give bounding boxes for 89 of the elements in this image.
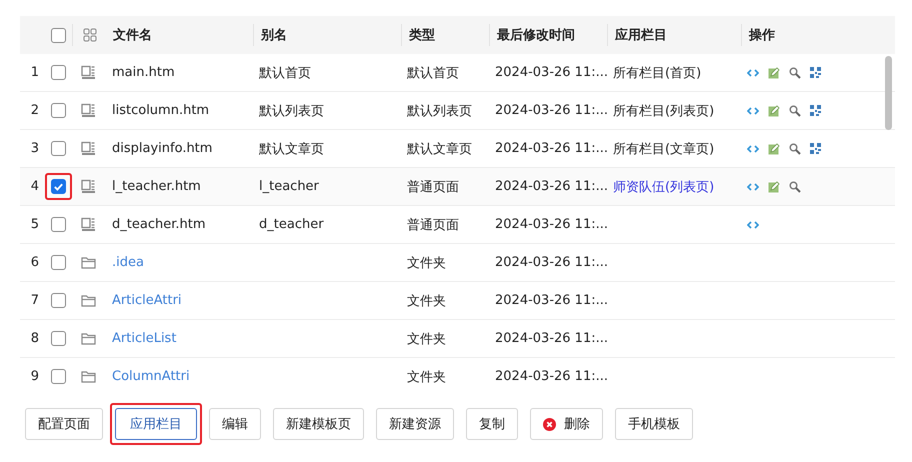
type-text: 默认列表页 bbox=[407, 104, 472, 118]
search-icon[interactable] bbox=[789, 180, 801, 192]
row-checkbox[interactable] bbox=[51, 369, 66, 384]
edit-icon[interactable] bbox=[768, 66, 780, 78]
column-header: 应用栏目 bbox=[615, 26, 667, 44]
row-number: 2 bbox=[30, 103, 39, 118]
row-checkbox[interactable] bbox=[51, 255, 66, 270]
row-checkbox[interactable] bbox=[51, 65, 66, 80]
file-name: listcolumn.htm bbox=[112, 103, 210, 118]
action-button[interactable]: 新建资源 bbox=[376, 408, 454, 440]
search-icon[interactable] bbox=[789, 142, 801, 154]
file-name: main.htm bbox=[112, 65, 175, 80]
modified-time: 2024-03-26 11:... bbox=[495, 369, 608, 384]
code-icon[interactable] bbox=[747, 144, 759, 152]
action-button[interactable]: 新建模板页 bbox=[273, 408, 364, 440]
modified-time: 2024-03-26 11:... bbox=[495, 331, 608, 346]
close-icon bbox=[543, 418, 556, 430]
column-text: 所有栏目(文章页) bbox=[613, 142, 714, 156]
type-text: 默认首页 bbox=[407, 66, 459, 80]
folder-link[interactable]: ArticleAttri bbox=[112, 293, 182, 308]
row-number: 8 bbox=[30, 331, 39, 346]
row-checkbox[interactable] bbox=[51, 103, 66, 118]
column-link[interactable]: 师资队伍(列表页) bbox=[613, 180, 714, 194]
row-number: 9 bbox=[30, 369, 39, 384]
alias-text: l_teacher bbox=[259, 179, 319, 194]
alias-text: 默认文章页 bbox=[259, 142, 324, 156]
column-text: 所有栏目(列表页) bbox=[613, 104, 714, 118]
modified-time: 2024-03-26 11:... bbox=[495, 217, 608, 232]
type-text: 文件夹 bbox=[407, 256, 446, 270]
action-button[interactable]: 手机模板 bbox=[615, 408, 693, 440]
action-button[interactable]: 复制 bbox=[466, 408, 518, 440]
row-checkbox[interactable] bbox=[51, 293, 66, 308]
folder-link[interactable]: .idea bbox=[112, 255, 144, 270]
action-button[interactable]: 应用栏目 bbox=[115, 408, 197, 440]
column-text: 所有栏目(首页) bbox=[613, 66, 702, 80]
modified-time: 2024-03-26 11:... bbox=[495, 65, 608, 80]
folder-link[interactable]: ColumnAttri bbox=[112, 369, 190, 384]
column-header: 别名 bbox=[261, 27, 287, 44]
code-icon[interactable] bbox=[747, 220, 759, 228]
row-checkbox[interactable] bbox=[51, 217, 66, 232]
modified-time: 2024-03-26 11:... bbox=[495, 103, 608, 118]
file-name: displayinfo.htm bbox=[112, 141, 212, 156]
row-number: 5 bbox=[30, 217, 39, 232]
row-number: 3 bbox=[30, 141, 39, 156]
column-header: 类型 bbox=[409, 27, 435, 44]
type-text: 文件夹 bbox=[407, 332, 446, 346]
action-button[interactable]: 配置页面 bbox=[25, 408, 103, 440]
row-number: 1 bbox=[30, 65, 39, 80]
search-icon[interactable] bbox=[789, 104, 801, 116]
type-text: 文件夹 bbox=[407, 370, 446, 384]
grid-icon bbox=[82, 28, 96, 42]
edit-icon[interactable] bbox=[768, 180, 780, 192]
delete-button[interactable]: 删除 bbox=[530, 408, 603, 440]
modified-time: 2024-03-26 11:... bbox=[495, 141, 608, 156]
column-header: 最后修改时间 bbox=[497, 26, 575, 44]
edit-icon[interactable] bbox=[768, 142, 780, 154]
code-icon[interactable] bbox=[747, 182, 759, 190]
type-text: 普通页面 bbox=[407, 180, 459, 194]
file-name: l_teacher.htm bbox=[112, 179, 201, 194]
type-text: 默认文章页 bbox=[407, 142, 472, 156]
file-name: d_teacher.htm bbox=[112, 217, 206, 232]
edit-icon[interactable] bbox=[768, 104, 780, 116]
qr-code-icon[interactable] bbox=[810, 67, 821, 78]
scrollbar[interactable] bbox=[885, 56, 892, 130]
alias-text: 默认首页 bbox=[259, 66, 311, 80]
row-checkbox[interactable] bbox=[51, 331, 66, 346]
modified-time: 2024-03-26 11:... bbox=[495, 255, 608, 270]
modified-time: 2024-03-26 11:... bbox=[495, 179, 608, 194]
type-text: 普通页面 bbox=[407, 218, 459, 232]
folder-link[interactable]: ArticleList bbox=[112, 331, 176, 346]
row-checkbox[interactable] bbox=[51, 141, 66, 156]
search-icon[interactable] bbox=[789, 66, 801, 78]
qr-code-icon[interactable] bbox=[810, 143, 821, 154]
row-number: 6 bbox=[30, 255, 39, 270]
column-header: 操作 bbox=[749, 27, 775, 44]
column-header: 文件名 bbox=[113, 28, 152, 43]
check-icon bbox=[53, 181, 64, 192]
modified-time: 2024-03-26 11:... bbox=[495, 293, 608, 308]
code-icon[interactable] bbox=[747, 68, 759, 76]
action-button[interactable]: 编辑 bbox=[209, 408, 261, 440]
row-number: 7 bbox=[30, 293, 39, 308]
alias-text: d_teacher bbox=[259, 217, 324, 232]
row-number: 4 bbox=[30, 179, 39, 194]
qr-code-icon[interactable] bbox=[810, 105, 821, 116]
type-text: 文件夹 bbox=[407, 294, 446, 308]
select-all-checkbox[interactable] bbox=[51, 28, 66, 42]
code-icon[interactable] bbox=[747, 106, 759, 114]
row-checkbox[interactable] bbox=[51, 179, 66, 194]
alias-text: 默认列表页 bbox=[259, 104, 324, 118]
